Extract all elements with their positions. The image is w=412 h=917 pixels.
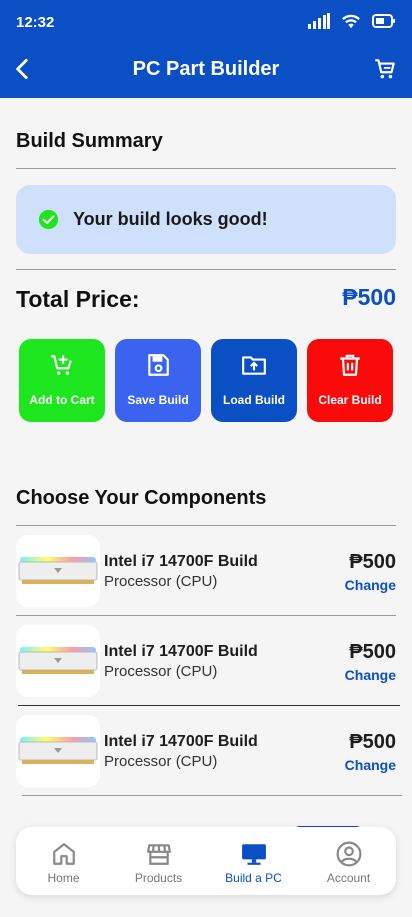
nav-label: Home: [47, 871, 80, 885]
component-category: Processor (CPU): [104, 663, 218, 680]
nav-item-products[interactable]: Products: [111, 827, 206, 895]
component-row[interactable]: Intel i7 14700F Build Processor (CPU) ₱5…: [16, 715, 396, 805]
component-name: Intel i7 14700F Build: [104, 733, 258, 750]
account-icon: [336, 841, 362, 867]
divider: [22, 795, 402, 796]
battery-icon: [372, 14, 395, 28]
ram-thumbnail: [16, 625, 100, 697]
divider: [16, 525, 396, 526]
build-summary-heading: Build Summary: [16, 130, 163, 152]
store-icon: [147, 844, 171, 865]
component-row[interactable]: Intel i7 14700F Build Processor (CPU) ₱5…: [16, 625, 396, 715]
nav-item-account[interactable]: Account: [301, 827, 396, 895]
top-bar: 12:32 PC Part Builder: [0, 0, 412, 98]
build-status-banner: Your build looks good!: [16, 185, 396, 254]
divider: [18, 705, 400, 706]
save-build-button[interactable]: Save Build: [115, 339, 201, 422]
wifi-icon: [342, 14, 360, 29]
home-icon: [53, 843, 75, 865]
ram-image-icon: [18, 557, 98, 584]
save-build-label: Save Build: [127, 393, 189, 407]
nav-item-build-a-pc[interactable]: Build a PC: [206, 827, 301, 895]
nav-label: Account: [326, 871, 371, 885]
divider: [16, 615, 396, 616]
component-name: Intel i7 14700F Build: [104, 553, 258, 570]
component-name: Intel i7 14700F Build: [104, 643, 258, 660]
divider: [16, 269, 396, 270]
trash-icon: [340, 354, 360, 376]
load-build-label: Load Build: [223, 393, 285, 407]
ram-thumbnail: [16, 535, 100, 607]
check-circle-icon: [38, 209, 59, 230]
folder-upload-icon: [242, 356, 266, 375]
nav-label: Build a PC: [225, 871, 282, 885]
signal-icon: [308, 13, 330, 29]
status-icons: [308, 12, 396, 30]
nav-label: Products: [134, 871, 183, 885]
bottom-nav: Home Products Build a PC Account: [16, 827, 396, 895]
build-status-message: Your build looks good!: [73, 209, 268, 229]
monitor-icon: [242, 844, 266, 865]
clear-build-label: Clear Build: [318, 393, 382, 407]
ram-thumbnail: [16, 715, 100, 787]
cart-plus-icon: [51, 355, 72, 375]
load-build-button[interactable]: Load Build: [211, 339, 297, 422]
component-row[interactable]: Intel i7 14700F Build Processor (CPU) ₱5…: [16, 535, 396, 625]
app-bar: PC Part Builder: [0, 46, 412, 98]
divider: [16, 168, 396, 169]
total-price-value: ₱500: [342, 284, 396, 310]
add-to-cart-button[interactable]: Add to Cart: [19, 339, 105, 422]
page-title: PC Part Builder: [132, 58, 280, 80]
cart-icon[interactable]: [372, 56, 398, 82]
add-to-cart-label: Add to Cart: [29, 393, 95, 407]
build-actions: Add to Cart Save Build Load Build Clear …: [19, 339, 393, 422]
change-component-link[interactable]: Change: [345, 667, 396, 683]
status-bar: 12:32: [0, 0, 412, 46]
component-price: ₱500: [349, 641, 396, 663]
clear-build-button[interactable]: Clear Build: [307, 339, 393, 422]
change-component-link[interactable]: Change: [345, 577, 396, 593]
total-price-label: Total Price:: [16, 286, 140, 312]
ram-image-icon: [18, 647, 98, 674]
save-icon: [148, 354, 169, 376]
ram-image-icon: [18, 737, 98, 764]
status-time: 12:32: [16, 14, 55, 31]
component-price: ₱500: [349, 551, 396, 573]
nav-item-home[interactable]: Home: [16, 827, 111, 895]
change-component-link[interactable]: Change: [345, 757, 396, 773]
component-category: Processor (CPU): [104, 753, 218, 770]
component-category: Processor (CPU): [104, 573, 218, 590]
components-heading: Choose Your Components: [16, 487, 267, 509]
component-price: ₱500: [349, 731, 396, 753]
